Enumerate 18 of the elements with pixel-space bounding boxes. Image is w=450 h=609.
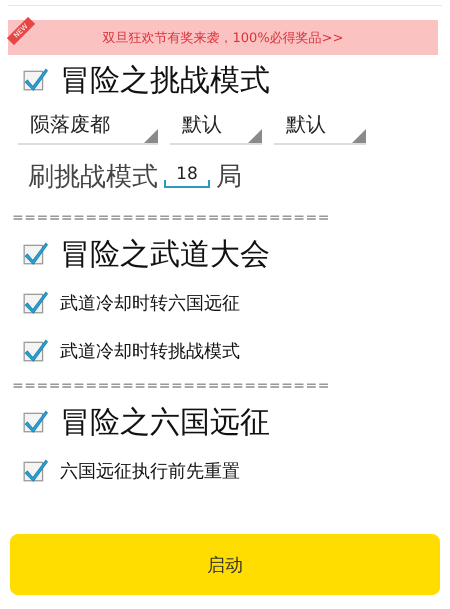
checked-checkbox[interactable] [22,458,48,484]
count-label: 刷挑战模式 [28,160,158,194]
separator-text: ========================== [12,209,331,228]
start-button[interactable]: 启动 [10,534,440,595]
checked-checkbox[interactable] [22,409,48,435]
option-label[interactable]: 武道冷却时转六国远征 [60,291,240,315]
option-label[interactable]: 武道冷却时转挑战模式 [60,339,240,363]
section-title[interactable]: 冒险之挑战模式 [60,60,270,100]
option-label[interactable]: 六国远征执行前先重置 [60,459,240,483]
unit-label: 局 [216,160,242,194]
checked-checkbox[interactable] [22,67,48,93]
checked-checkbox[interactable] [22,241,48,267]
separator-text: ========================== [12,377,331,396]
checked-checkbox[interactable] [22,338,48,364]
checked-checkbox[interactable] [22,290,48,316]
section-title[interactable]: 冒险之六国远征 [60,402,270,442]
section-title[interactable]: 冒险之武道大会 [60,234,270,274]
count-field[interactable]: 18 [164,164,210,188]
